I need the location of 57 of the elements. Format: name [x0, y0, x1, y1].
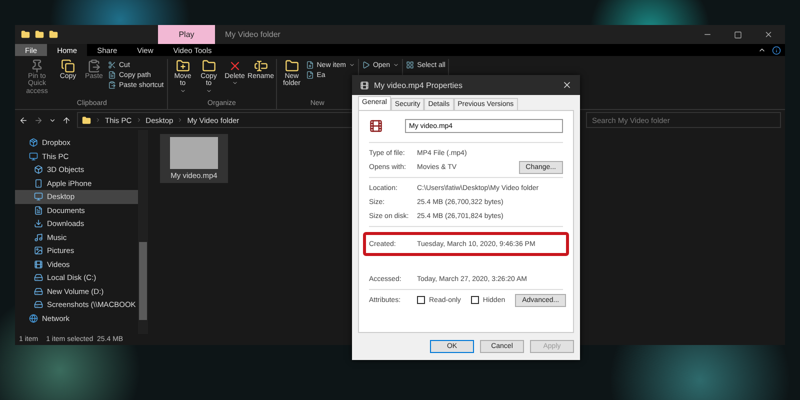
folder-icon — [82, 116, 91, 124]
help-icon[interactable] — [772, 46, 781, 54]
folder-icon[interactable] — [35, 30, 44, 39]
collapse-ribbon-icon[interactable] — [758, 46, 766, 54]
checkbox[interactable] — [470, 296, 479, 304]
folder-icon — [284, 59, 299, 73]
cube-icon — [34, 165, 43, 174]
globe-icon — [29, 314, 38, 323]
drive-icon — [34, 300, 43, 310]
pin-icon — [30, 59, 44, 73]
caret-icon — [393, 62, 400, 68]
phone-icon — [34, 178, 43, 188]
document-icon — [108, 71, 116, 79]
scrollbar[interactable] — [138, 130, 148, 334]
back-icon[interactable] — [19, 116, 28, 124]
file-plus-icon — [306, 61, 314, 69]
up-icon[interactable] — [62, 116, 71, 124]
download-icon — [34, 219, 43, 228]
caret-icon — [206, 88, 212, 94]
forward-icon[interactable] — [34, 116, 43, 124]
caret-icon — [180, 88, 186, 94]
chevron-icon — [95, 117, 101, 123]
drive-icon — [34, 286, 43, 296]
picture-icon — [34, 246, 43, 256]
monitor-icon — [34, 192, 43, 202]
caret-icon — [232, 80, 238, 86]
window-title: My Video folder — [224, 29, 282, 41]
drive-icon — [34, 273, 43, 282]
clipboard-icon — [108, 81, 116, 89]
caret-icon — [348, 62, 355, 68]
chevron-icon — [136, 117, 142, 123]
grid-icon — [406, 61, 414, 69]
dialog-title: My video.mp4 Properties — [374, 80, 462, 90]
clipboard-icon — [87, 59, 101, 73]
document-icon — [34, 206, 43, 215]
folder-icon[interactable] — [21, 30, 30, 39]
film-icon — [360, 80, 369, 90]
play-icon — [362, 61, 370, 69]
document-icon — [306, 71, 314, 79]
folder-icon — [176, 59, 190, 73]
context-tab-header[interactable]: Play — [158, 25, 215, 44]
close-icon[interactable] — [764, 30, 773, 39]
checkbox[interactable] — [417, 296, 425, 304]
maximize-icon[interactable] — [734, 30, 742, 38]
box-icon — [29, 138, 38, 148]
close-icon[interactable] — [562, 80, 572, 90]
caret-icon[interactable] — [49, 116, 56, 124]
text-cursor-icon — [254, 59, 268, 73]
music-note-icon — [34, 232, 43, 242]
film-icon — [369, 119, 383, 133]
chevron-icon — [177, 117, 184, 123]
folder-icon — [202, 59, 216, 73]
monitor-icon — [29, 152, 38, 161]
scissors-icon — [108, 61, 116, 69]
film-icon — [34, 260, 43, 269]
folder-icon[interactable] — [49, 30, 58, 39]
copy-icon — [61, 59, 75, 73]
